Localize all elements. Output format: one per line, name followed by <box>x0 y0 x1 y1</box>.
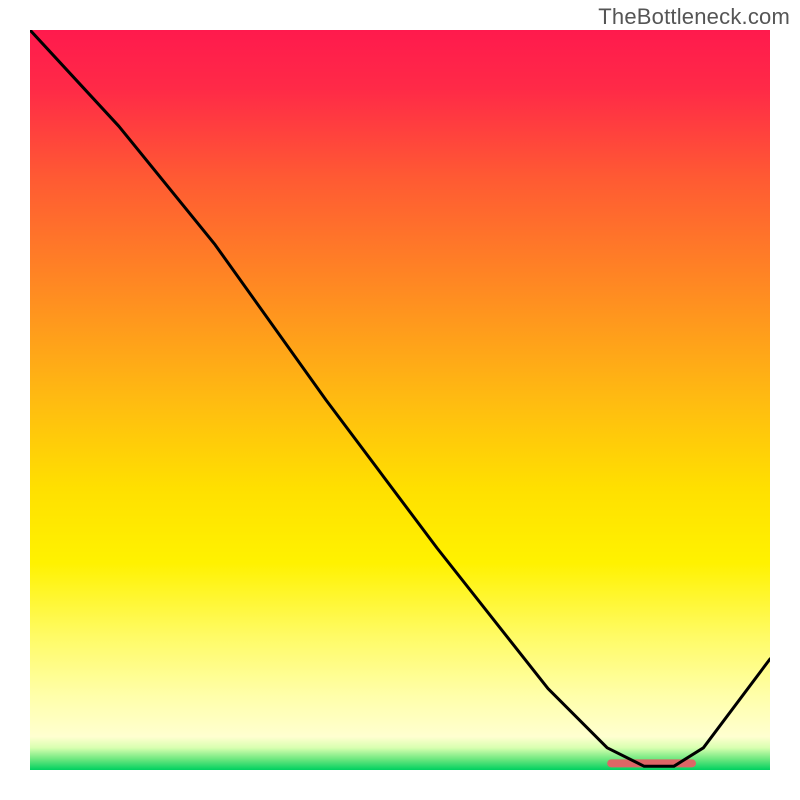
chart-container <box>30 30 770 770</box>
gradient-background <box>30 30 770 770</box>
watermark-text: TheBottleneck.com <box>598 4 790 30</box>
chart-svg <box>30 30 770 770</box>
